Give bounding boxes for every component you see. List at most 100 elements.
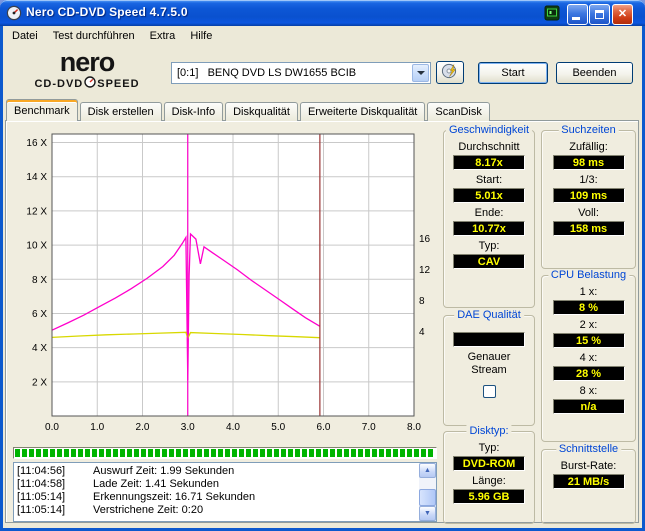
value-display: n/a bbox=[552, 399, 625, 414]
value-display: 15 % bbox=[552, 333, 625, 348]
log-text: Erkennungszeit: 16.71 Sekunden bbox=[93, 491, 256, 503]
svg-text:4 X: 4 X bbox=[32, 343, 47, 354]
dae-quality-display bbox=[453, 332, 525, 347]
field-label: 8 x: bbox=[579, 385, 598, 397]
value-display: 28 % bbox=[552, 366, 625, 381]
field-label: Typ: bbox=[478, 442, 500, 454]
svg-text:10 X: 10 X bbox=[26, 241, 47, 252]
value-display: 21 MB/s bbox=[552, 474, 625, 489]
logo-product-line: CD-DVD SPEED bbox=[11, 76, 163, 92]
field-label: Typ: bbox=[478, 240, 500, 252]
log-entry[interactable]: [11:04:56] Auswurf Zeit: 1.99 Sekunden bbox=[17, 465, 419, 478]
value-display: 98 ms bbox=[552, 155, 625, 170]
titlebar-status-icon bbox=[544, 5, 560, 21]
svg-text:3.0: 3.0 bbox=[181, 422, 195, 433]
value-display: 158 ms bbox=[552, 221, 625, 236]
field-label: 1 x: bbox=[579, 286, 598, 298]
scroll-up-icon[interactable]: ▲ bbox=[419, 463, 436, 478]
field-label: Burst-Rate: bbox=[560, 460, 617, 472]
menubar: Datei Test durchführen Extra Hilfe bbox=[3, 27, 642, 46]
svg-text:16 X: 16 X bbox=[26, 138, 47, 149]
tab-erweiterte-diskqualitaet[interactable]: Erweiterte Diskqualität bbox=[299, 102, 426, 121]
svg-text:1.0: 1.0 bbox=[90, 422, 104, 433]
menu-extra[interactable]: Extra bbox=[143, 27, 184, 45]
svg-text:8: 8 bbox=[419, 296, 425, 307]
menu-test-durchfuehren[interactable]: Test durchführen bbox=[46, 27, 143, 45]
log-timestamp: [11:05:14] bbox=[17, 491, 66, 503]
svg-text:16: 16 bbox=[419, 234, 431, 245]
group-title: Suchzeiten bbox=[558, 124, 619, 136]
titlebar[interactable]: Nero CD-DVD Speed 4.7.5.0 ✕ bbox=[0, 0, 645, 26]
log-entry[interactable]: [11:05:14] Erkennungszeit: 16.71 Sekunden bbox=[17, 491, 419, 504]
value-display: 8 % bbox=[552, 300, 625, 315]
maximize-button[interactable] bbox=[589, 4, 610, 25]
svg-text:0.0: 0.0 bbox=[45, 422, 59, 433]
nero-logo: nero CD-DVD SPEED bbox=[11, 48, 163, 96]
field-label: Ende: bbox=[474, 207, 504, 219]
log-text: Auswurf Zeit: 1.99 Sekunden bbox=[93, 465, 235, 477]
scroll-thumb[interactable] bbox=[419, 489, 436, 506]
menu-datei[interactable]: Datei bbox=[5, 27, 46, 45]
close-button[interactable]: ✕ bbox=[612, 4, 633, 25]
log-text: Lade Zeit: 1.41 Sekunden bbox=[93, 478, 219, 490]
svg-text:6 X: 6 X bbox=[32, 309, 47, 320]
accurate-stream-checkbox[interactable] bbox=[482, 385, 496, 398]
group-dae-qualitaet: DAE Qualität Genauer Stream bbox=[443, 309, 535, 426]
log-timestamp: [11:04:56] bbox=[17, 465, 66, 477]
minimize-button[interactable] bbox=[567, 4, 588, 25]
menu-hilfe[interactable]: Hilfe bbox=[183, 27, 220, 45]
field-label: Zufällig: bbox=[569, 141, 608, 153]
log-timestamp: [11:05:14] bbox=[17, 504, 66, 516]
tab-scandisk[interactable]: ScanDisk bbox=[427, 102, 490, 121]
app-window: Nero CD-DVD Speed 4.7.5.0 ✕ Datei Test du… bbox=[0, 0, 645, 531]
log-entry[interactable]: [11:04:58] Lade Zeit: 1.41 Sekunden bbox=[17, 478, 419, 491]
progress-bar bbox=[13, 447, 437, 459]
value-display: 5.96 GB bbox=[453, 489, 525, 504]
log-timestamp: [11:04:58] bbox=[17, 478, 66, 490]
value-display: CAV bbox=[453, 254, 525, 269]
field-label: 2 x: bbox=[579, 319, 598, 331]
tab-diskqualitaet[interactable]: Diskqualität bbox=[225, 102, 298, 121]
dropdown-arrow-icon[interactable] bbox=[412, 64, 429, 82]
value-display: 10.77x bbox=[453, 221, 525, 236]
log-entry[interactable]: [11:05:14] Verstrichene Zeit: 0:20 bbox=[17, 504, 419, 517]
svg-text:8.0: 8.0 bbox=[407, 422, 421, 433]
quit-button[interactable]: Beenden bbox=[556, 62, 633, 84]
log-scrollbar[interactable]: ▲ ▼ bbox=[419, 463, 436, 521]
group-disktyp: Disktyp: Typ: DVD-ROM Länge: 5.96 GB bbox=[443, 425, 535, 524]
svg-text:12 X: 12 X bbox=[26, 206, 47, 217]
progress-fill bbox=[15, 449, 435, 457]
tab-benchmark[interactable]: Benchmark bbox=[6, 99, 78, 121]
group-title: Geschwindigkeit bbox=[445, 124, 533, 136]
disc-icon bbox=[441, 63, 457, 79]
svg-text:4: 4 bbox=[419, 327, 425, 338]
tab-disk-erstellen[interactable]: Disk erstellen bbox=[79, 102, 162, 121]
accurate-stream-label-1: Genauer bbox=[467, 351, 511, 363]
svg-text:4.0: 4.0 bbox=[226, 422, 240, 433]
drive-selector[interactable]: [0:1] BENQ DVD LS DW1655 BCIB bbox=[171, 62, 431, 84]
log-list: [11:04:56] Auswurf Zeit: 1.99 Sekunden [11… bbox=[14, 463, 419, 521]
svg-text:2.0: 2.0 bbox=[136, 422, 150, 433]
svg-text:6.0: 6.0 bbox=[317, 422, 331, 433]
logo-brand-text: nero bbox=[59, 47, 116, 77]
scroll-down-icon[interactable]: ▼ bbox=[419, 506, 436, 521]
value-display: 8.17x bbox=[453, 155, 525, 170]
group-title: CPU Belastung bbox=[547, 269, 630, 281]
group-title: Schnittstelle bbox=[555, 443, 622, 455]
group-suchzeiten: Suchzeiten Zufällig: 98 ms 1/3: 109 ms Voll:… bbox=[541, 124, 636, 269]
eject-disc-button[interactable] bbox=[436, 61, 464, 84]
speedometer-icon bbox=[84, 76, 96, 92]
svg-text:7.0: 7.0 bbox=[362, 422, 376, 433]
app-gauge-icon bbox=[6, 5, 22, 21]
tab-disk-info[interactable]: Disk-Info bbox=[163, 102, 224, 121]
field-label: Durchschnitt bbox=[458, 141, 520, 153]
group-cpu-belastung: CPU Belastung 1 x: 8 % 2 x: 15 % 4 x: 28 % 8 x… bbox=[541, 269, 636, 442]
window-body: Datei Test durchführen Extra Hilfe nero CD-… bbox=[3, 26, 642, 528]
group-title: DAE Qualität bbox=[454, 309, 524, 321]
benchmark-chart: 16 X 14 X 12 X 10 X 8 X 6 X 4 X 2 X 0.0 1.0 2.0 3.0… bbox=[26, 133, 431, 433]
accurate-stream-label-2: Stream bbox=[471, 364, 507, 376]
svg-text:14 X: 14 X bbox=[26, 172, 47, 183]
group-geschwindigkeit: Geschwindigkeit Durchschnitt 8.17x Start: 5… bbox=[443, 124, 535, 308]
start-button[interactable]: Start bbox=[478, 62, 548, 84]
value-display: 5.01x bbox=[453, 188, 525, 203]
